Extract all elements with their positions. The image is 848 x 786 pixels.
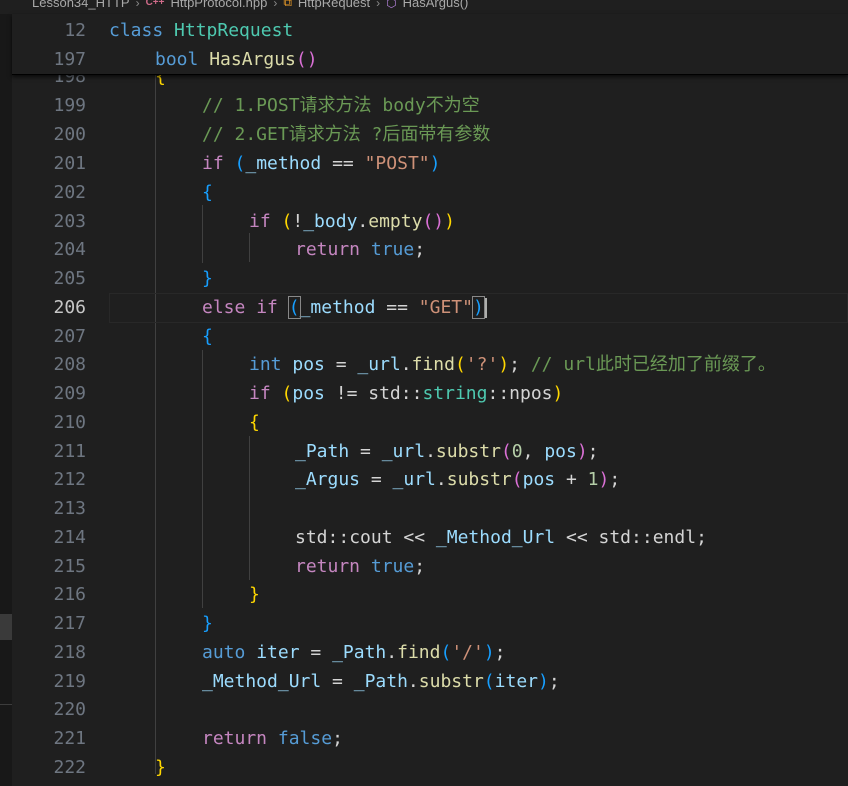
line-number: 206	[53, 297, 86, 318]
line-number: 219	[53, 671, 86, 692]
line-number: 221	[53, 728, 86, 749]
line-number: 218	[53, 642, 86, 663]
code-row[interactable]: 210 {	[12, 408, 848, 437]
line-number: 204	[53, 239, 86, 260]
code-line: if (_method == "POST")	[202, 153, 441, 174]
line-number: 222	[53, 757, 86, 778]
code-row[interactable]: 203 if (!_body.empty())	[12, 207, 848, 236]
line-number: 214	[53, 527, 86, 548]
code-row[interactable]: 201 if (_method == "POST")	[12, 149, 848, 178]
sticky-scroll-header[interactable]: 12 class HttpRequest 197 bool HasArgus()	[12, 14, 848, 75]
code-row[interactable]: 212 _Argus = _url.substr(pos + 1);	[12, 465, 848, 494]
code-line: bool HasArgus()	[155, 49, 318, 70]
code-line: }	[249, 584, 260, 605]
line-number: 216	[53, 584, 86, 605]
divider	[0, 704, 12, 705]
breadcrumb-file[interactable]: HttpProtocol.hpp	[170, 0, 267, 10]
code-line: else if (_method == "GET")	[202, 293, 487, 322]
code-line: return true;	[295, 239, 426, 260]
sidebar-edge	[0, 14, 12, 786]
breadcrumb-folder[interactable]: Lesson34_HTTP	[32, 0, 130, 10]
code-row[interactable]: 217 }	[12, 609, 848, 638]
line-number: 197	[53, 49, 86, 70]
code-line: int pos = _url.find('?'); // url此时已经加了前缀…	[249, 354, 776, 375]
code-row[interactable]: 202 {	[12, 178, 848, 207]
line-number: 211	[53, 441, 86, 462]
method-symbol-icon: ⬡	[386, 0, 397, 10]
code-line: return true;	[295, 556, 426, 577]
matched-bracket: )	[471, 296, 485, 319]
code-row[interactable]: 214 std::cout << _Method_Url << std::end…	[12, 523, 848, 552]
text-cursor	[484, 298, 487, 318]
code-row[interactable]: 200 // 2.GET请求方法 ?后面带有参数	[12, 120, 848, 149]
code-line: }	[202, 613, 213, 634]
code-row[interactable]: 204 return true;	[12, 235, 848, 264]
code-line: }	[202, 268, 213, 289]
code-row[interactable]: 211 _Path = _url.substr(0, pos);	[12, 437, 848, 466]
code-line: }	[155, 757, 166, 778]
code-line: // 1.POST请求方法 body不为空	[202, 95, 480, 116]
code-row[interactable]: 215 return true;	[12, 552, 848, 581]
line-number: 215	[53, 556, 86, 577]
code-row[interactable]: 216 }	[12, 580, 848, 609]
chevron-right-icon: ›	[135, 0, 140, 10]
code-line: if (pos != std::string::npos)	[249, 383, 564, 404]
code-row[interactable]: 208 int pos = _url.find('?'); // url此时已经…	[12, 350, 848, 379]
code-row[interactable]: 199 // 1.POST请求方法 body不为空	[12, 91, 848, 120]
breadcrumb-class[interactable]: HttpRequest	[298, 0, 370, 10]
code-row[interactable]: 213	[12, 494, 848, 523]
code-line: {	[202, 326, 213, 347]
code-row[interactable]: 209 if (pos != std::string::npos)	[12, 379, 848, 408]
code-row[interactable]: 218 auto iter = _Path.find('/');	[12, 638, 848, 667]
line-number: 207	[53, 326, 86, 347]
breadcrumb-method[interactable]: HasArgus()	[403, 0, 469, 10]
code-row[interactable]: 220	[12, 695, 848, 724]
line-number: 201	[53, 153, 86, 174]
code-row-current[interactable]: 206 else if (_method == "GET")	[12, 293, 848, 322]
line-number: 200	[53, 124, 86, 145]
sticky-line[interactable]: 197 bool HasArgus()	[12, 45, 848, 74]
line-number: 12	[64, 20, 86, 41]
line-number: 199	[53, 95, 86, 116]
code-line: if (!_body.empty())	[249, 211, 455, 232]
line-number: 210	[53, 412, 86, 433]
line-number: 208	[53, 354, 86, 375]
chevron-right-icon: ›	[273, 0, 278, 10]
line-number: 203	[53, 211, 86, 232]
code-line: auto iter = _Path.find('/');	[202, 642, 506, 663]
code-row[interactable]: 219 _Method_Url = _Path.substr(iter);	[12, 667, 848, 696]
class-symbol-icon: ⧉	[283, 0, 292, 9]
breadcrumb: Lesson34_HTTP › C++ HttpProtocol.hpp › ⧉…	[0, 0, 848, 14]
sticky-line[interactable]: 12 class HttpRequest	[12, 16, 848, 45]
code-row[interactable]: 222 }	[12, 753, 848, 782]
code-line: // 2.GET请求方法 ?后面带有参数	[202, 124, 491, 145]
code-row[interactable]: 205 }	[12, 264, 848, 293]
code-line: class HttpRequest	[109, 20, 294, 41]
code-line: _Argus = _url.substr(pos + 1);	[295, 469, 621, 490]
code-line: _Method_Url = _Path.substr(iter);	[202, 671, 560, 692]
code-line: {	[249, 412, 260, 433]
code-line: {	[202, 182, 213, 203]
code-row[interactable]: 221 return false;	[12, 724, 848, 753]
line-number: 217	[53, 613, 86, 634]
code-line: std::cout << _Method_Url << std::endl;	[295, 527, 707, 548]
cpp-file-icon: C++	[145, 0, 165, 8]
line-number: 209	[53, 383, 86, 404]
matched-bracket: (	[287, 296, 301, 319]
code-line: _Path = _url.substr(0, pos);	[295, 441, 599, 462]
sidebar-selection-marker	[0, 614, 12, 640]
code-row[interactable]: 207 {	[12, 322, 848, 351]
line-number: 212	[53, 469, 86, 490]
line-number: 202	[53, 182, 86, 203]
line-number: 205	[53, 268, 86, 289]
chevron-right-icon: ›	[376, 0, 381, 10]
line-number: 220	[53, 699, 86, 720]
code-line: return false;	[202, 728, 343, 749]
line-number: 213	[53, 498, 86, 519]
